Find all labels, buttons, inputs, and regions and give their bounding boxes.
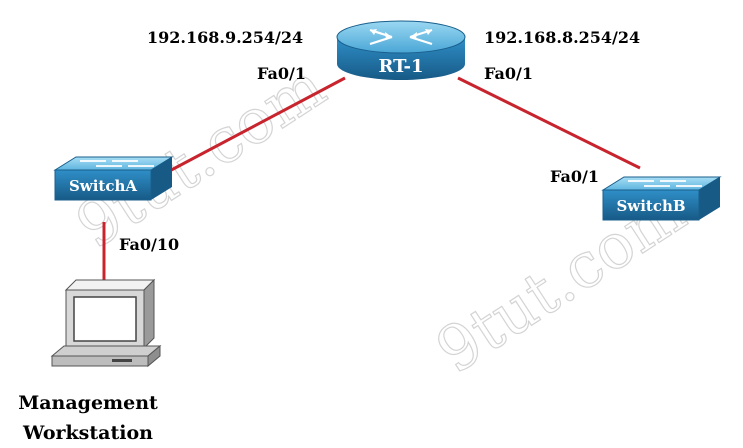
workstation-label-line2: Workstation <box>22 422 153 444</box>
router-name: RT-1 <box>378 56 423 77</box>
switch-b-icon[interactable]: SwitchB <box>601 176 722 221</box>
switch-b-port-label: Fa0/1 <box>550 167 599 186</box>
rt1-left-ip-label: 192.168.9.254/24 <box>147 28 303 47</box>
switch-b-name: SwitchB <box>616 197 685 215</box>
router-icon[interactable]: RT-1 <box>336 20 466 80</box>
switch-a-name: SwitchA <box>69 177 137 195</box>
switch-a-icon[interactable]: SwitchA <box>53 156 174 201</box>
link-rt1-switchb <box>457 76 641 170</box>
rt1-right-ip-label: 192.168.8.254/24 <box>484 28 640 47</box>
workstation-label-line1: Management <box>18 392 158 414</box>
workstation-icon[interactable] <box>50 278 162 368</box>
rt1-left-port-label: Fa0/1 <box>257 64 306 83</box>
rt1-right-port-label: Fa0/1 <box>484 64 533 83</box>
switch-a-port-label: Fa0/10 <box>119 235 179 254</box>
network-diagram: 9tut.com 9tut.com RT-1 SwitchA SwitchB 1… <box>0 0 743 448</box>
